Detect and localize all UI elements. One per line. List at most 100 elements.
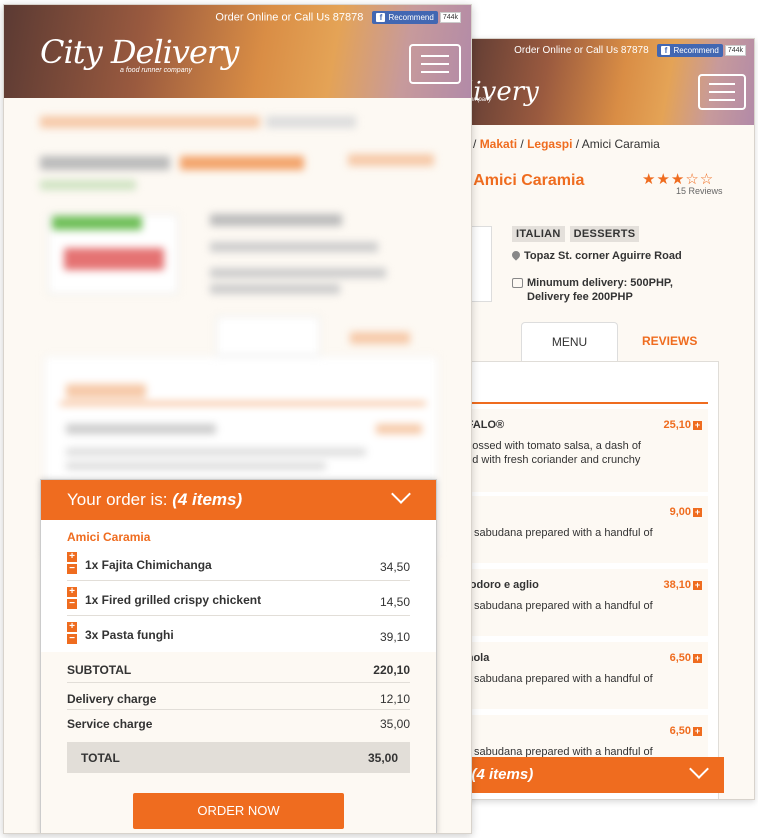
order-line-name: 1x Fired grilled crispy chickent	[85, 593, 262, 607]
breadcrumb-legaspi[interactable]: Legaspi	[527, 137, 572, 151]
plus-icon[interactable]: +	[693, 580, 702, 590]
total-value: 35,00	[367, 751, 398, 765]
hamburger-menu-icon[interactable]	[409, 44, 461, 84]
divider	[67, 682, 410, 683]
delivery-truck-icon	[512, 278, 523, 288]
breadcrumb-separator: /	[575, 137, 580, 151]
plus-icon[interactable]: +	[693, 653, 702, 663]
order-now-button[interactable]: ORDER NOW	[133, 793, 344, 829]
facebook-recommend[interactable]: f Recommend 744k	[657, 44, 746, 57]
breadcrumb-current: Amici Caramia	[581, 137, 660, 151]
quantity-stepper[interactable]: + −	[67, 622, 77, 644]
minimum-delivery: Minumum delivery: 500PHP, Delivery fee 2…	[512, 276, 673, 304]
minus-icon[interactable]: −	[67, 564, 77, 574]
menu-item[interactable]: FFALO® 25,10 + e tossed with tomato salsa…	[459, 408, 708, 492]
plus-icon[interactable]: +	[67, 622, 77, 632]
order-line: + − 1x Fired grilled crispy chickent 14,…	[67, 581, 410, 616]
header-topline: Order Online or Call Us 87878 f Recommen…	[4, 5, 471, 24]
order-line-price: 39,10	[379, 630, 410, 644]
menu-item-description: cy sabudana prepared with a handful of	[460, 600, 653, 612]
restaurant-name: Amici Caramia	[473, 172, 585, 189]
menu-item-price[interactable]: 6,50 +	[670, 725, 702, 737]
site-header: Order Online or Call Us 87878 f Recommen…	[459, 39, 754, 125]
service-charge-value: 35,00	[379, 717, 410, 731]
breadcrumb-separator: /	[520, 137, 524, 151]
restaurant-title: m Amici Caramia	[459, 172, 585, 190]
minus-icon[interactable]: −	[67, 599, 77, 609]
recommend-label: Recommend	[673, 46, 719, 55]
restaurant-address: Topaz St. corner Aguirre Road	[512, 250, 682, 262]
recommend-count: 744k	[439, 12, 461, 23]
facebook-recommend-button[interactable]: f Recommend	[657, 44, 723, 57]
order-line-price: 34,50	[379, 560, 410, 574]
facebook-recommend-button[interactable]: f Recommend	[372, 11, 438, 24]
tab-menu[interactable]: MENU	[521, 322, 618, 362]
order-panel-title: Your order is: (4 items)	[67, 490, 243, 509]
service-charge-row: Service charge 35,00	[67, 717, 410, 731]
minus-icon[interactable]: −	[67, 634, 77, 644]
service-charge-label: Service charge	[67, 717, 153, 731]
order-line-name: 3x Pasta funghi	[85, 628, 174, 642]
subtotal-row: SUBTOTAL 220,10	[67, 663, 410, 677]
total-label: TOTAL	[81, 751, 120, 765]
order-panel: Your order is: (4 items) Amici Caramia +…	[40, 479, 437, 833]
logo-subtitle: a food runner company	[120, 67, 192, 74]
chevron-down-icon[interactable]	[391, 484, 411, 504]
menu-item-description: cy sabudana prepared with a handful of	[460, 527, 653, 539]
order-online-tagline: Order Online or Call Us 87878	[215, 11, 364, 24]
subtotal-label: SUBTOTAL	[67, 663, 132, 677]
menu-item[interactable]: modoro e aglio 38,10 + cy sabudana prepar…	[459, 568, 708, 636]
header-topline: Order Online or Call Us 87878 f Recommen…	[459, 39, 754, 57]
address-text: Topaz St. corner Aguirre Road	[524, 250, 682, 262]
quantity-stepper[interactable]: + −	[67, 587, 77, 609]
reviews-count[interactable]: 15 Reviews	[676, 186, 723, 196]
order-restaurant-name: Amici Caramia	[67, 530, 151, 544]
chevron-down-icon[interactable]	[689, 759, 709, 779]
order-panel-header[interactable]: Your order is: (4 items)	[41, 480, 436, 520]
facebook-icon: f	[661, 46, 671, 55]
recommend-label: Recommend	[388, 13, 434, 22]
subtotal-value: 220,10	[373, 663, 410, 677]
menu-panel: FFALO® 25,10 + e tossed with tomato salsa…	[459, 361, 719, 799]
order-summary-bar[interactable]: s: (4 items)	[459, 757, 724, 793]
tag-desserts: DESSERTS	[569, 226, 640, 242]
minimum-line-2: Delivery fee 200PHP	[527, 291, 633, 303]
site-header: Order Online or Call Us 87878 f Recommen…	[4, 5, 471, 98]
menu-item-price[interactable]: 25,10 +	[663, 419, 702, 431]
back-phone-screen: Order Online or Call Us 87878 f Recommen…	[458, 38, 755, 800]
delivery-charge-value: 12,10	[379, 692, 410, 706]
quantity-stepper[interactable]: + −	[67, 552, 77, 574]
plus-icon[interactable]: +	[693, 726, 702, 736]
blurred-page-content	[4, 98, 471, 556]
plus-icon[interactable]: +	[67, 587, 77, 597]
recommend-count: 744k	[724, 45, 746, 56]
delivery-charge-row: Delivery charge 12,10	[67, 692, 410, 706]
cuisine-tags: ITALIAN DESSERTS	[512, 226, 640, 242]
breadcrumb-separator: /	[473, 137, 477, 151]
plus-icon[interactable]: +	[693, 420, 702, 430]
breadcrumb-makati[interactable]: Makati	[480, 137, 517, 151]
menu-item[interactable]: 9,00 + cy sabudana prepared with a handfu…	[459, 495, 708, 563]
hamburger-menu-icon[interactable]	[698, 74, 746, 110]
divider	[67, 709, 410, 710]
tab-reviews[interactable]: REVIEWS	[642, 334, 697, 348]
menu-item[interactable]: gnola 6,50 + cy sabudana prepared with a …	[459, 641, 708, 709]
menu-item-price[interactable]: 9,00 +	[670, 506, 702, 518]
order-line-name: 1x Fajita Chimichanga	[85, 558, 212, 572]
menu-item-description: cy sabudana prepared with a handful of	[460, 673, 653, 685]
menu-item-price[interactable]: 38,10 +	[663, 579, 702, 591]
order-line: + − 1x Fajita Chimichanga 34,50	[67, 546, 410, 581]
front-phone-screen: Order Online or Call Us 87878 f Recommen…	[3, 4, 472, 834]
menu-item-price[interactable]: 6,50 +	[670, 652, 702, 664]
city-delivery-logo[interactable]: City Delivery	[40, 33, 239, 71]
menu-item-description: ned with fresh coriander and crunchy	[460, 454, 641, 466]
total-row: TOTAL 35,00	[67, 742, 410, 773]
plus-icon[interactable]: +	[67, 552, 77, 562]
order-item-count: (4 items)	[172, 490, 243, 509]
facebook-recommend[interactable]: f Recommend 744k	[372, 11, 461, 24]
order-online-tagline: Order Online or Call Us 87878	[514, 45, 649, 57]
menu-divider	[459, 402, 708, 404]
breadcrumb: / Makati / Legaspi / Amici Caramia	[473, 137, 660, 151]
plus-icon[interactable]: +	[693, 507, 702, 517]
facebook-icon: f	[376, 13, 386, 22]
